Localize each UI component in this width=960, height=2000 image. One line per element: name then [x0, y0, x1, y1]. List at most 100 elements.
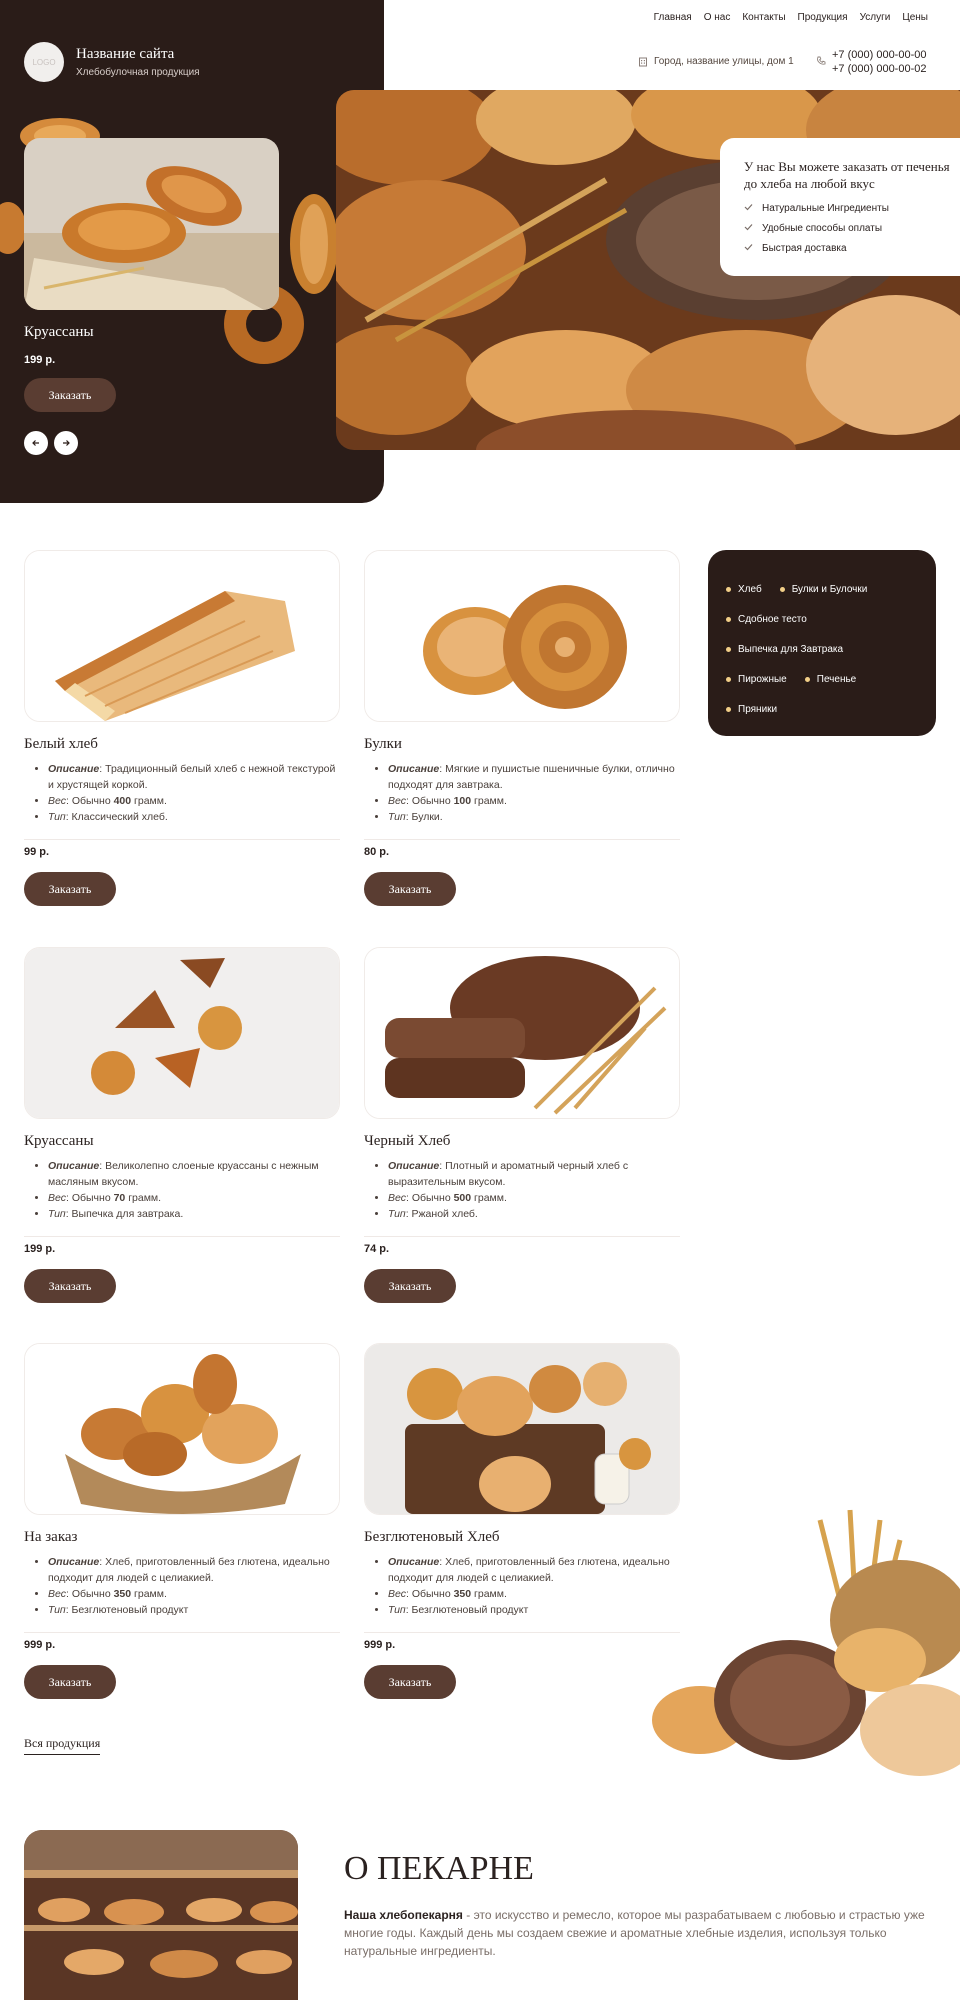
product-title[interactable]: Булки: [364, 736, 680, 753]
product-weight: Вес: Обычно 350 грамм.: [388, 1586, 680, 1602]
product-weight: Вес: Обычно 100 грамм.: [388, 793, 680, 809]
product-card: Белый хлеб Описание: Традиционный белый х…: [24, 550, 340, 906]
order-button[interactable]: Заказать: [24, 872, 116, 906]
nav-item-about[interactable]: О нас: [704, 12, 731, 23]
site-logo[interactable]: LOGO: [24, 42, 64, 82]
order-button[interactable]: Заказать: [364, 1665, 456, 1699]
order-button[interactable]: Заказать: [24, 1665, 116, 1699]
check-icon: [744, 203, 753, 214]
bullet-dot: [726, 646, 731, 652]
product-title[interactable]: Черный Хлеб: [364, 1133, 680, 1150]
category-cookies[interactable]: Печенье: [804, 674, 856, 685]
product-title[interactable]: Круассаны: [24, 1133, 340, 1150]
product-price: 999 р.: [364, 1639, 396, 1651]
product-card: Безглютеновый Хлеб Описание: Хлеб, пригот…: [364, 1343, 680, 1699]
product-description: Описание: Великолепно слоеные круассаны …: [48, 1158, 340, 1190]
nav-item-prices[interactable]: Цены: [902, 12, 928, 23]
phone-2[interactable]: +7 (000) 000-00-02: [832, 62, 926, 76]
product-image[interactable]: [24, 550, 340, 722]
hero-feature-item: Удобные способы оплаты: [744, 218, 960, 238]
product-price: 99 р.: [24, 846, 50, 858]
hero-info-card: У нас Вы можете заказать от печенья до х…: [720, 138, 960, 276]
product-title[interactable]: Белый хлеб: [24, 736, 340, 753]
product-weight: Вес: Обычно 70 грамм.: [48, 1190, 340, 1206]
bread-basket-decor: [652, 1509, 960, 1776]
category-breakfast[interactable]: Выпечка для Завтрака: [726, 644, 843, 655]
about-text: Наша хлебопекарня - это искусство и реме…: [344, 1906, 936, 1960]
product-description: Описание: Хлеб, приготовленный без глюте…: [388, 1554, 680, 1586]
bakery-oven-image: [24, 1830, 298, 2000]
product-type: Тип: Выпечка для завтрака.: [48, 1206, 340, 1222]
bullet-dot: [779, 586, 785, 592]
product-type: Тип: Булки.: [388, 809, 680, 825]
product-weight: Вес: Обычно 400 грамм.: [48, 793, 340, 809]
hero-feature-label: Натуральные Ингредиенты: [762, 202, 889, 214]
category-sweet-dough[interactable]: Сдобное тесто: [726, 614, 807, 625]
product-price: 80 р.: [364, 846, 390, 858]
slide-order-button[interactable]: Заказать: [24, 378, 116, 412]
product-details: Описание: Великолепно слоеные круассаны …: [48, 1158, 340, 1222]
hero-card-title: У нас Вы можете заказать от печенья до х…: [744, 159, 950, 191]
divider: [364, 839, 680, 840]
all-products-link[interactable]: Вся продукция: [24, 1736, 101, 1755]
nav-item-home[interactable]: Главная: [654, 12, 692, 23]
bullet-dot: [726, 706, 731, 712]
product-image[interactable]: [364, 1343, 680, 1515]
product-weight: Вес: Обычно 500 грамм.: [388, 1190, 680, 1206]
product-card: Булки Описание: Мягкие и пушистые пшеничн…: [364, 550, 680, 906]
arrow-right-icon: [63, 440, 70, 446]
product-price: 74 р.: [364, 1243, 390, 1255]
product-image[interactable]: [364, 947, 680, 1119]
slider-next-button[interactable]: [54, 431, 78, 455]
product-image[interactable]: [24, 1343, 340, 1515]
order-button[interactable]: Заказать: [364, 1269, 456, 1303]
divider: [24, 1236, 340, 1237]
product-image[interactable]: [364, 550, 680, 722]
product-description: Описание: Мягкие и пушистые пшеничные бу…: [388, 761, 680, 793]
product-type: Тип: Классический хлеб.: [48, 809, 340, 825]
product-type: Тип: Ржаной хлеб.: [388, 1206, 680, 1222]
check-icon: [744, 243, 753, 254]
product-image[interactable]: [24, 947, 340, 1119]
product-description: Описание: Хлеб, приготовленный без глюте…: [48, 1554, 340, 1586]
category-pastries[interactable]: Пирожные: [726, 674, 787, 685]
nav-item-services[interactable]: Услуги: [860, 12, 891, 23]
product-card: Черный Хлеб Описание: Плотный и ароматный…: [364, 947, 680, 1303]
order-button[interactable]: Заказать: [24, 1269, 116, 1303]
divider: [24, 1632, 340, 1633]
slide-price: 199 р.: [24, 354, 56, 366]
product-price: 999 р.: [24, 1639, 56, 1651]
product-details: Описание: Хлеб, приготовленный без глюте…: [388, 1554, 680, 1618]
product-description: Описание: Традиционный белый хлеб с нежн…: [48, 761, 340, 793]
bullet-dot: [726, 616, 731, 622]
site-subtitle: Хлебобулочная продукция: [76, 67, 200, 78]
category-buns[interactable]: Булки и Булочки: [779, 584, 867, 595]
product-title[interactable]: На заказ: [24, 1529, 340, 1546]
phone-1[interactable]: +7 (000) 000-00-00: [832, 48, 926, 62]
site-name[interactable]: Название сайта: [76, 46, 174, 63]
hero-features: Натуральные Ингредиенты Удобные способы …: [744, 198, 960, 258]
hero-feature-label: Удобные способы оплаты: [762, 222, 883, 234]
divider: [24, 839, 340, 840]
product-price: 199 р.: [24, 1243, 56, 1255]
category-bread[interactable]: Хлеб: [726, 584, 762, 595]
address-text: Город, название улицы, дом 1: [654, 56, 794, 67]
product-details: Описание: Традиционный белый хлеб с нежн…: [48, 761, 340, 825]
hero-feature-item: Натуральные Ингредиенты: [744, 198, 960, 218]
bullet-dot: [726, 586, 731, 592]
category-menu: Хлеб Булки и Булочки Сдобное тесто Выпечк…: [708, 550, 936, 736]
order-button[interactable]: Заказать: [364, 872, 456, 906]
about-title: О ПЕКАРНЕ: [344, 1850, 534, 1887]
phone-icon: [816, 56, 826, 66]
product-title[interactable]: Безглютеновый Хлеб: [364, 1529, 680, 1546]
main-nav: Главная О нас Контакты Продукция Услуги …: [654, 12, 928, 23]
bullet-dot: [726, 676, 731, 682]
slide-image-croissants[interactable]: [24, 138, 279, 310]
product-details: Описание: Хлеб, приготовленный без глюте…: [48, 1554, 340, 1618]
category-gingerbread[interactable]: Пряники: [726, 704, 777, 715]
slider-prev-button[interactable]: [24, 431, 48, 455]
check-icon: [744, 223, 753, 234]
product-weight: Вес: Обычно 350 грамм.: [48, 1586, 340, 1602]
nav-item-contacts[interactable]: Контакты: [742, 12, 785, 23]
nav-item-products[interactable]: Продукция: [798, 12, 848, 23]
